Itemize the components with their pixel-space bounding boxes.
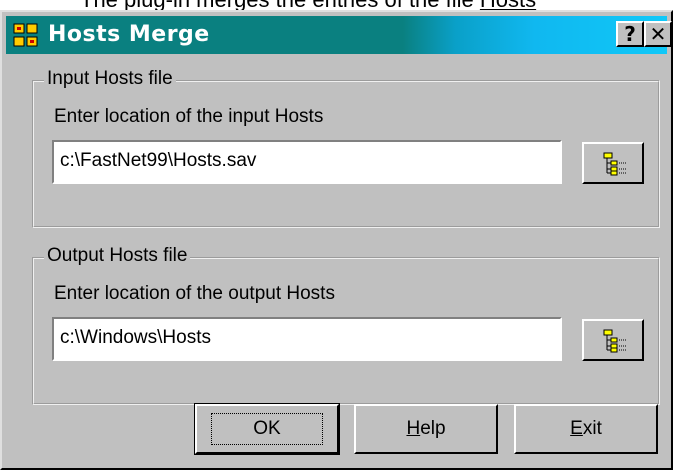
exit-button[interactable]: Exit	[514, 404, 658, 454]
exit-button-label: xit	[582, 418, 602, 439]
output-prompt: Enter location of the output Hosts	[54, 283, 335, 304]
output-group-legend: Output Hosts file	[44, 245, 191, 267]
input-group-legend: Input Hosts file	[44, 68, 176, 90]
context-help-button[interactable]: ?	[616, 21, 644, 47]
input-prompt: Enter location of the input Hosts	[54, 106, 324, 127]
close-button[interactable]: ✕	[644, 21, 672, 47]
ok-button[interactable]: OK	[194, 403, 340, 455]
help-mnemonic: H	[406, 418, 421, 439]
folder-tree-icon	[603, 152, 626, 176]
input-hosts-path-field[interactable]: c:\FastNet99\Hosts.sav	[52, 140, 562, 184]
ok-button-label: OK	[211, 413, 323, 445]
help-button-label: elp	[420, 418, 446, 439]
folder-tree-icon	[603, 329, 626, 353]
output-browse-button[interactable]	[582, 319, 644, 361]
title-bar[interactable]: Hosts Merge ? ✕	[6, 16, 672, 54]
input-browse-button[interactable]	[582, 142, 644, 184]
hosts-merge-dialog: Hosts Merge ? ✕ Input Hosts file Enter l…	[0, 10, 673, 470]
help-button[interactable]: Help	[354, 404, 498, 454]
input-hosts-group: Input Hosts file Enter location of the i…	[32, 68, 660, 228]
output-hosts-path-field[interactable]: c:\Windows\Hosts	[52, 317, 562, 361]
exit-mnemonic: E	[570, 418, 583, 439]
window-title: Hosts Merge	[48, 22, 210, 47]
output-hosts-group: Output Hosts file Enter location of the …	[32, 245, 660, 405]
hosts-merge-app-icon	[12, 21, 40, 49]
